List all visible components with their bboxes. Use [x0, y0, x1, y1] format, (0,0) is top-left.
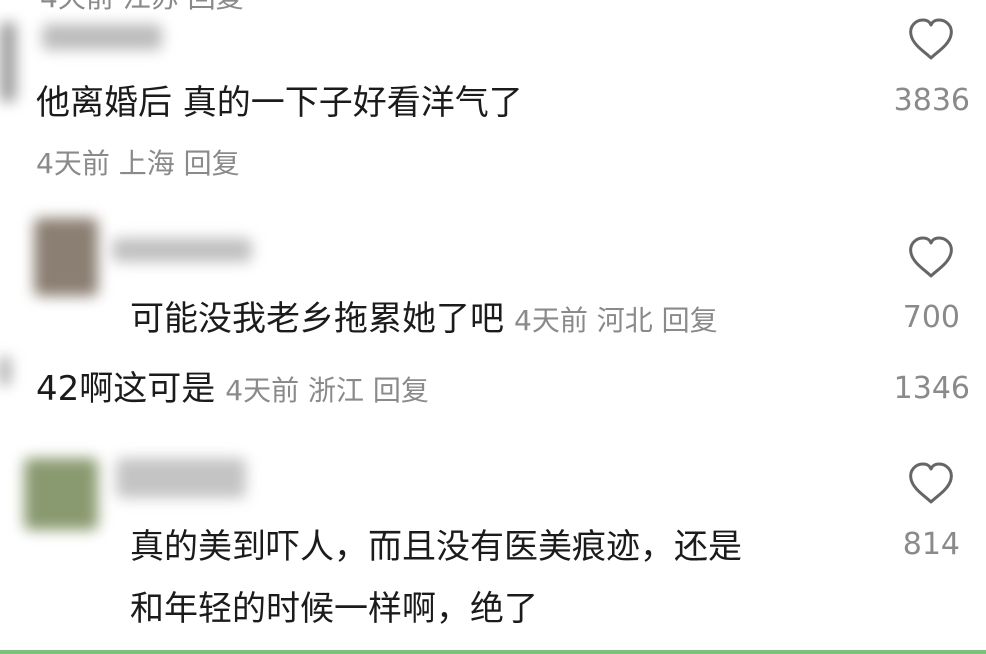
like-count: 1346: [893, 371, 970, 406]
username-blurred[interactable]: [112, 238, 252, 262]
like-count: 700: [902, 300, 960, 335]
comment-text: 他离婚后 真的一下子好看洋气了: [36, 83, 523, 123]
comment-meta[interactable]: 4天前 浙江 回复: [225, 374, 429, 407]
comment-meta[interactable]: 4天前 上海 回复: [36, 150, 240, 178]
username-blurred[interactable]: [42, 24, 162, 50]
comment-meta-cropped: 4天前 江苏 回复: [40, 0, 244, 12]
avatar-partial[interactable]: [0, 356, 10, 386]
heart-icon[interactable]: [907, 18, 955, 62]
comment-line: 42啊这可是 4天前 浙江 回复: [36, 372, 429, 406]
comment-text-line-1: 真的美到吓人，而且没有医美痕迹，还是: [130, 527, 742, 567]
avatar-blurred[interactable]: [34, 218, 98, 296]
like-count: 3836: [893, 83, 970, 118]
heart-icon[interactable]: [907, 236, 955, 280]
heart-icon[interactable]: [907, 462, 955, 506]
comment-meta[interactable]: 4天前 河北 回复: [514, 304, 718, 337]
comment-text: 可能没我老乡拖累她了吧: [130, 299, 504, 339]
comment-list-screen: 4天前 江苏 回复 他离婚后 真的一下子好看洋气了 4天前 上海 回复 3836…: [0, 0, 986, 654]
reply-comment-line: 可能没我老乡拖累她了吧 4天前 河北 回复: [130, 302, 718, 336]
username-blurred[interactable]: [116, 458, 246, 498]
comment-text: 42啊这可是: [36, 369, 216, 409]
like-count: 814: [902, 527, 960, 562]
avatar-partial[interactable]: [0, 22, 16, 102]
avatar-blurred[interactable]: [24, 458, 98, 530]
comment-text-line-2: 和年轻的时候一样啊，绝了: [130, 589, 538, 629]
bottom-divider: [0, 650, 986, 654]
